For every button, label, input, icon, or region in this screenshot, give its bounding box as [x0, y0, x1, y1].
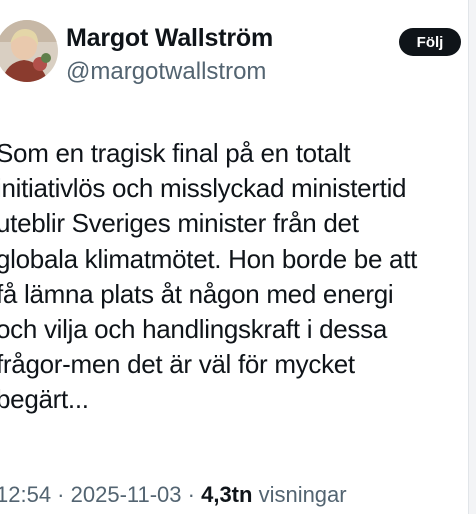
tweet-text: Som en tragisk final på en totalt initia…: [0, 136, 472, 418]
tweet-text-line: frågor-men det är väl för mycket: [0, 349, 355, 380]
tweet-text-line: globala klimatmötet. Hon borde be att: [0, 243, 418, 274]
avatar-image: [0, 20, 58, 82]
tweet-meta: 12:54 · 2025-11-03 · 4,3tn visningar: [0, 482, 347, 508]
views-count: 4,3tn: [201, 482, 253, 507]
follow-button[interactable]: Följ: [399, 28, 461, 56]
tweet-text-line: Som en tragisk final på en totalt: [0, 138, 351, 168]
views-label: visningar: [252, 482, 347, 507]
tweet-text-line: begärt...: [0, 384, 89, 415]
tweet-text-line: och vilja och handlingskraft i dessa: [0, 314, 387, 345]
window-edge: [468, 0, 476, 514]
avatar[interactable]: [0, 20, 58, 82]
user-handle[interactable]: @margotwallstrom: [66, 58, 266, 86]
meta-separator: ·: [181, 482, 202, 507]
tweet-date[interactable]: 2025-11-03: [71, 482, 182, 507]
display-name[interactable]: Margot Wallström: [66, 24, 273, 53]
tweet-screenshot: Margot Wallström @margotwallstrom Följ S…: [0, 0, 476, 514]
tweet-text-line: uteblir Sveriges minister från det: [0, 208, 359, 239]
tweet-text-line: få lämna plats åt någon med energi: [0, 278, 394, 309]
tweet-time[interactable]: 12:54: [0, 482, 51, 507]
tweet-text-line: initiativlös och misslyckad ministertid: [0, 173, 407, 204]
meta-separator: ·: [51, 482, 71, 507]
